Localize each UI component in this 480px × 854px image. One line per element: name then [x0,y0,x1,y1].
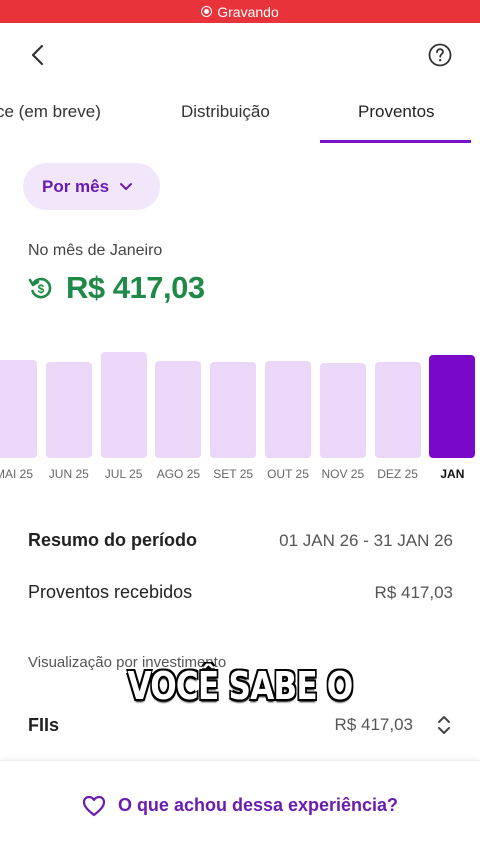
fii-value: R$ 417,03 [334,715,413,734]
monthly-dividends-chart: MAI 25 JUN 25 JUL 25 AGO 25 SET 25 OUT 25 NOV … [0,340,480,490]
chart-bar-jan[interactable] [429,355,476,458]
video-caption: VOCÊ SABE O [127,664,354,708]
tab-bar: ce (em breve) Distribuição Proventos [0,90,480,143]
fii-row[interactable]: FIIs R$ 417,03 [28,712,453,738]
recording-indicator: Gravando [0,0,480,23]
heart-icon [82,795,106,817]
period-summary-title: Resumo do período [28,530,198,550]
tab-distribution[interactable]: Distribuição [181,102,270,122]
chart-label-jun-25: JUN 25 [48,467,89,481]
feedback-button[interactable]: O que achou dessa experiência? [0,760,480,854]
chart-label-nov-25: NOV 25 [321,467,365,481]
chart-bar-dez-25[interactable] [374,362,421,458]
svg-text:$: $ [38,282,45,296]
chart-bar-set-25[interactable] [210,362,257,458]
period-dropdown-label: Por mês [42,176,110,196]
period-summary-row: Resumo do período 01 JAN 26 - 31 JAN 26 [28,530,453,551]
recording-label: Gravando [217,3,279,20]
chart-bar-jun-25[interactable] [45,362,92,458]
tab-proventos[interactable]: Proventos [358,102,435,122]
tab-coming-soon[interactable]: ce (em breve) [0,102,101,122]
chart-bar-nov-25[interactable] [319,363,366,458]
expand-collapse-icon[interactable] [435,712,453,738]
total-value: R$ 417,03 [66,270,205,305]
feedback-label: O que achou dessa experiência? [117,795,399,815]
month-caption: No mês de Janeiro [28,242,163,259]
chart-bar-out-25[interactable] [265,361,311,458]
period-dropdown[interactable]: Por mês [23,163,160,210]
help-icon[interactable] [428,43,452,67]
record-icon [201,6,213,17]
chart-label-mai-25: MAI 25 [0,467,33,481]
chart-label-ago-25: AGO 25 [156,467,201,481]
top-bar [0,23,480,87]
chart-label-jul-25: JUL 25 [104,467,143,481]
active-tab-indicator [320,140,471,143]
chart-label-out-25: OUT 25 [267,467,309,481]
chart-bar-mai-25[interactable] [0,360,37,458]
chevron-down-icon [120,182,133,190]
received-row: Proventos recebidos R$ 417,03 [28,582,453,603]
chart-label-jan: JAN [440,467,465,481]
fii-title: FIIs [28,714,60,735]
dividend-cycle-icon: $ [28,277,52,299]
received-title: Proventos recebidos [28,582,193,602]
back-arrow-icon[interactable] [24,41,52,69]
received-value: R$ 417,03 [374,582,453,602]
chart-label-set-25: SET 25 [213,467,254,481]
monthly-total: $ R$ 417,03 [28,270,205,306]
chart-label-dez-25: DEZ 25 [377,467,418,481]
chart-bar-ago-25[interactable] [155,361,202,458]
period-range: 01 JAN 26 - 31 JAN 26 [279,530,453,550]
chart-bar-jul-25[interactable] [100,352,147,458]
